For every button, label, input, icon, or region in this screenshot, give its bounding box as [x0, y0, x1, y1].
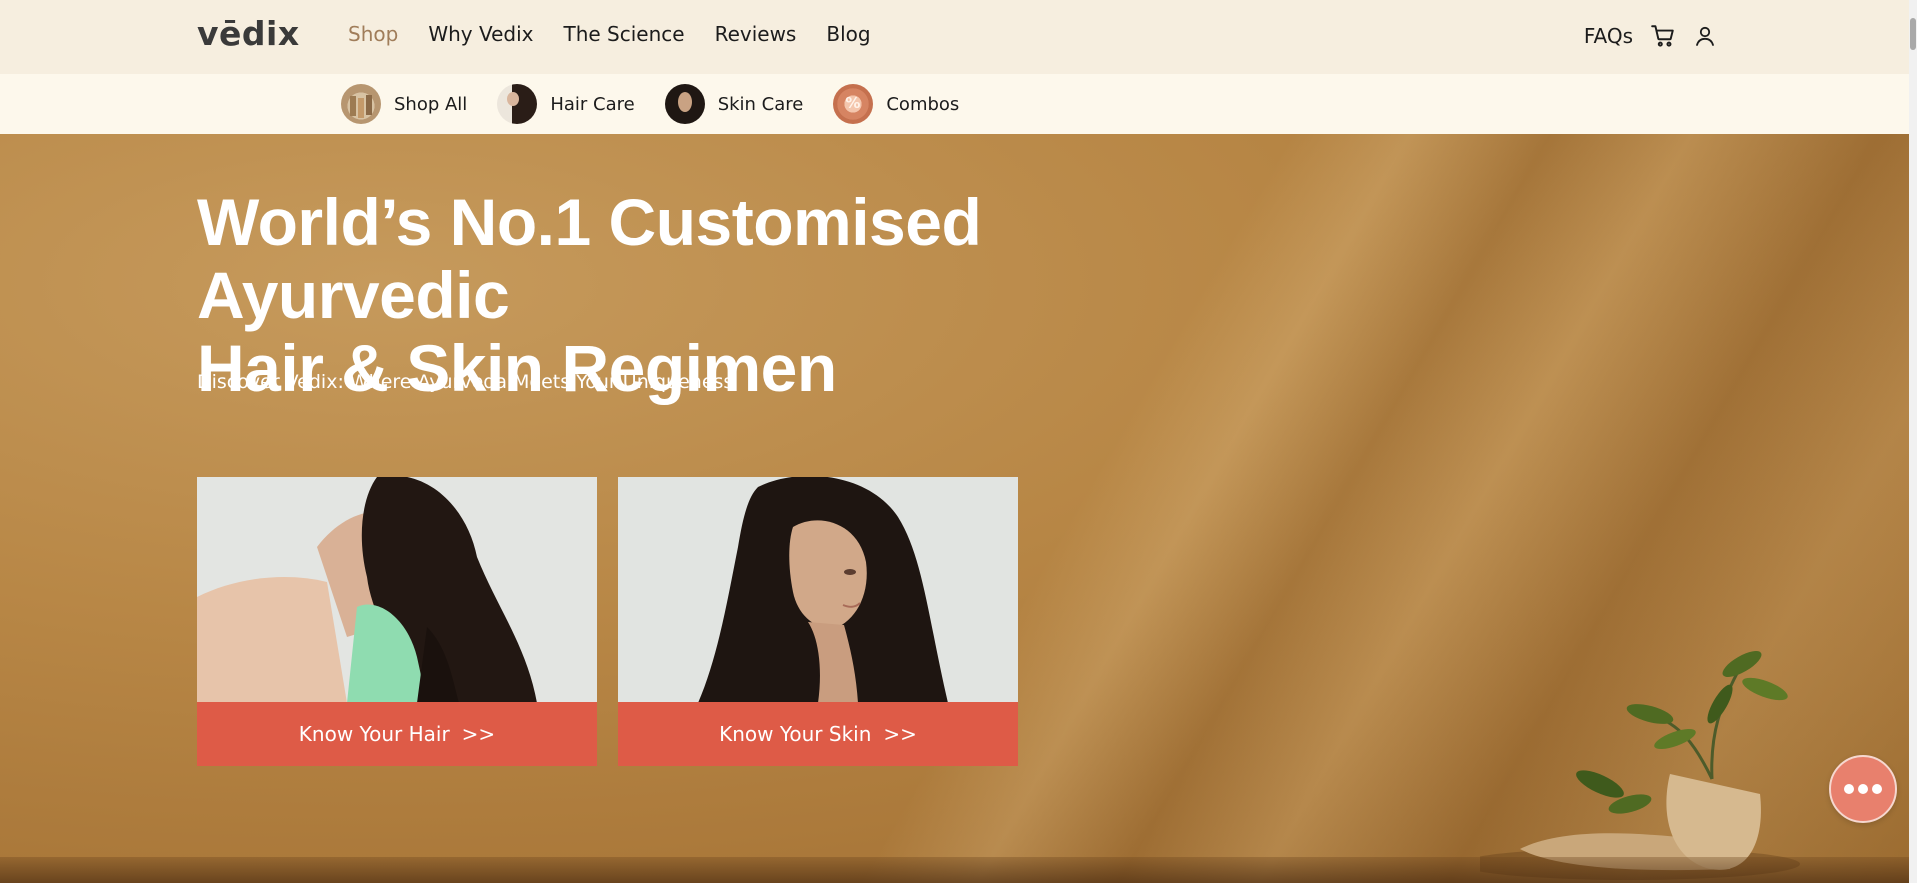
hero-banner: World’s No.1 Customised Ayurvedic Hair &…	[0, 134, 1917, 883]
plant-decoration	[1480, 651, 1800, 880]
nav-link-the-science[interactable]: The Science	[563, 22, 684, 46]
know-your-hair-card[interactable]: Know Your Hair >>	[197, 477, 597, 767]
subnav-item-hair-care[interactable]: Hair Care	[497, 84, 635, 124]
page-scrollbar[interactable]	[1909, 0, 1917, 883]
faqs-link[interactable]: FAQs	[1584, 24, 1633, 48]
chevron-double-right-icon: >>	[461, 722, 496, 746]
scrollbar-thumb[interactable]	[1910, 18, 1916, 50]
subnav-label: Skin Care	[717, 93, 804, 115]
know-your-skin-card[interactable]: Know Your Skin >>	[618, 477, 1018, 767]
subnav-item-skin-care[interactable]: Skin Care	[664, 84, 804, 124]
skin-care-thumbnail-icon	[664, 84, 705, 124]
subnav-label: Combos	[886, 93, 960, 115]
user-icon[interactable]	[1691, 18, 1719, 54]
products-thumbnail-icon	[341, 84, 381, 124]
hero-subtitle: Discover Vedix: Where Ayurveda Meets You…	[197, 371, 734, 393]
know-your-skin-label: Know Your Skin	[719, 722, 872, 746]
nav-link-why-vedix[interactable]: Why Vedix	[428, 22, 533, 46]
skin-model-image	[618, 477, 1018, 703]
hair-model-image	[197, 477, 597, 703]
subnav-item-combos[interactable]: Combos	[833, 84, 959, 124]
know-your-skin-button[interactable]: Know Your Skin >>	[618, 702, 1018, 766]
nav-link-reviews[interactable]: Reviews	[715, 22, 797, 46]
category-subnav: Shop All Hair Care Skin Care Combos	[0, 74, 1917, 134]
more-dots-icon	[1844, 784, 1882, 794]
hair-care-thumbnail-icon	[497, 84, 538, 124]
subnav-item-shop-all[interactable]: Shop All	[341, 84, 467, 124]
combos-percent-thumbnail-icon	[833, 84, 874, 124]
chat-fab-button[interactable]	[1829, 755, 1897, 823]
cart-icon[interactable]	[1649, 18, 1677, 54]
nav-utilities: FAQs	[1584, 18, 1719, 54]
chevron-double-right-icon: >>	[883, 722, 917, 746]
know-your-hair-label: Know Your Hair	[298, 722, 450, 746]
subnav-label: Hair Care	[550, 93, 635, 115]
subnav-label: Shop All	[394, 93, 468, 115]
nav-link-shop[interactable]: Shop	[348, 22, 398, 46]
know-your-hair-button[interactable]: Know Your Hair >>	[197, 702, 597, 766]
top-navigation: vēdix Shop Why Vedix The Science Reviews…	[0, 0, 1917, 74]
nav-link-blog[interactable]: Blog	[826, 22, 870, 46]
hero-title-line-2: Hair & Skin Regimen	[197, 331, 837, 405]
hero-title-line-1: World’s No.1 Customised Ayurvedic	[197, 185, 982, 332]
vedix-logo[interactable]: vēdix	[197, 14, 300, 53]
hero-floor-shadow	[0, 857, 1917, 883]
main-nav: Shop Why Vedix The Science Reviews Blog	[348, 22, 901, 46]
